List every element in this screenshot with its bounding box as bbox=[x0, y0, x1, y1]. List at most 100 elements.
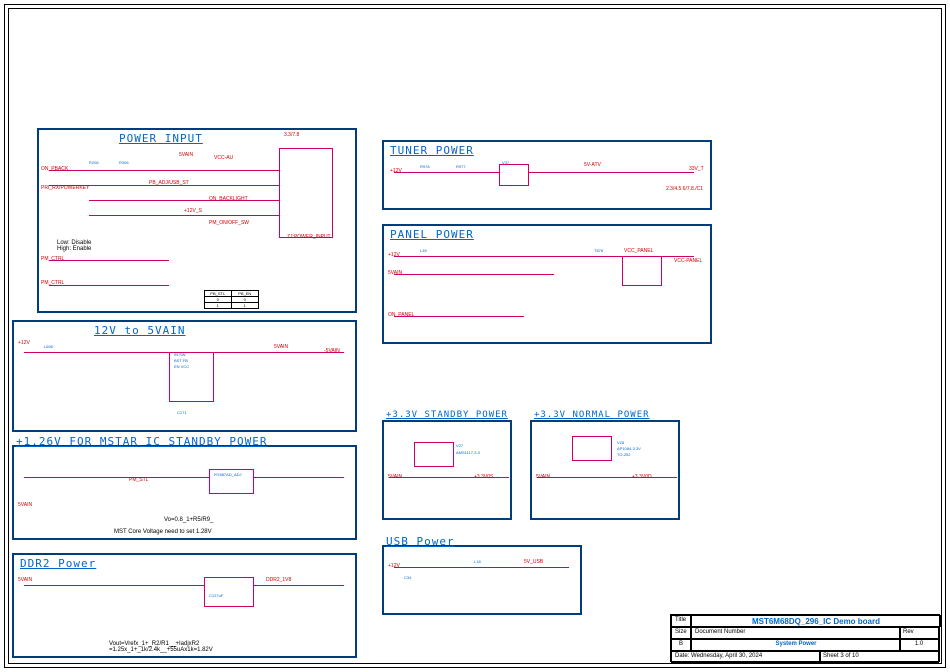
tb-date-val: Wednesday, April 30, 2024 bbox=[691, 653, 762, 659]
tb-title-lbl: Title bbox=[671, 615, 691, 627]
block-3v3-standby: +3.3V STANDBY POWER 5VAIN +3.3V0S AMS111… bbox=[382, 420, 512, 520]
net-5vain-3v3n: 5VAIN bbox=[536, 474, 550, 480]
tbl-r2c2: 1 bbox=[232, 303, 259, 308]
title-block: Title MST6M68DQ_296_IC Demo board Size D… bbox=[670, 614, 940, 662]
tb-size: B bbox=[671, 639, 691, 651]
net-5vain-panel: 5VAIN bbox=[388, 270, 402, 276]
tbl-hdr2: PB_EN bbox=[232, 291, 259, 296]
ref-ams1117: AMS1117-3.3 bbox=[456, 450, 480, 455]
tb-docnum: Document Number bbox=[691, 627, 901, 639]
block-title-ddr2: DDR2 Power bbox=[20, 557, 96, 570]
tb-subtitle: System Power bbox=[691, 639, 901, 651]
net-3v3od: +3.3V0D bbox=[632, 474, 652, 480]
net-5vain-1v26: 5VAIN bbox=[18, 502, 32, 508]
tbl-r1c2: 0 bbox=[232, 297, 259, 302]
net-on-pback: ON_PBACK bbox=[41, 166, 68, 172]
wire bbox=[537, 477, 677, 478]
net-pages: 2.3/4.5.6/7.8./C1 bbox=[666, 186, 703, 192]
net-pm-ctrl-2: PM_CTRL bbox=[41, 280, 64, 286]
ref-r977: R977 bbox=[456, 164, 466, 169]
tbl-r1c1: 0 bbox=[205, 297, 232, 302]
net-5vain: 5VAIN bbox=[179, 152, 193, 158]
tb-size-lbl: Size bbox=[671, 627, 691, 639]
net-vcc-panel-hdr: VCC_PANEL bbox=[624, 248, 653, 254]
net-pb-adj: PB_ADJ/USB_ST bbox=[149, 180, 189, 186]
net-vcc-panel: VCC-PANEL bbox=[674, 258, 702, 264]
note-mst-core: MST Core Voltage need to set 1.28V bbox=[114, 529, 212, 535]
net-5vain-out: 5VAIN bbox=[274, 344, 288, 350]
block-tuner-power: TUNER POWER +12V 5V-ATV 33V_T 2.3/4.5.6/… bbox=[382, 140, 712, 210]
note-vo-calc: Vo=0.8_1+R5/R9_ bbox=[164, 517, 213, 523]
tb-title: MST6M68DQ_296_IC Demo board bbox=[691, 615, 941, 627]
wire bbox=[49, 170, 279, 171]
wire bbox=[24, 585, 344, 586]
wire bbox=[49, 285, 169, 286]
net-33vt: 33V_T bbox=[689, 166, 704, 172]
ic-pins: IN SWBST FBEN VCC bbox=[174, 352, 189, 370]
tbl-hdr1: PB_STL bbox=[205, 291, 232, 296]
wire bbox=[394, 172, 694, 173]
block-3v3-normal: +3.3V NORMAL POWER 5VAIN +3.3V0D V28 AP1… bbox=[530, 420, 680, 520]
ref-r306: R306 bbox=[119, 160, 129, 165]
net-on-backlight: ON_BACKLIGHT bbox=[209, 196, 248, 202]
net-3v3os: +3.3V0S bbox=[474, 474, 493, 480]
block-ddr2-power: DDR2 Power 5VAIN DDR2_1V8 Vout=Vrefx_1+_… bbox=[12, 553, 357, 658]
tb-sheet: Sheet 3 of 10 bbox=[819, 651, 939, 663]
ref-ry887: RY887AD_ADJ bbox=[214, 472, 242, 477]
ic-power-connector bbox=[279, 148, 333, 238]
block-title-3v3n: +3.3V NORMAL POWER bbox=[534, 410, 650, 420]
ref-r978: R978 bbox=[420, 164, 430, 169]
net-pm-stl: PM_STL bbox=[129, 477, 148, 483]
net-ddr2-1v8: DDR2_1V8 bbox=[266, 577, 291, 583]
block-12v-5vain: 12V to 5VAIN +12V 5VAIN -5VAIN C171 L606… bbox=[12, 320, 357, 432]
net-pm-onoff: PM_ON/OFF_SW bbox=[209, 220, 249, 226]
wire bbox=[49, 260, 169, 261]
net-neg5vain: -5VAIN bbox=[324, 348, 340, 354]
tb-rev: 1.0 bbox=[899, 639, 939, 651]
net-pm-ctrl: PM_CTRL bbox=[41, 256, 64, 262]
net-5v-atv: 5V-ATV bbox=[584, 162, 601, 168]
net-zj-power: ZJ:POWER_INPUT bbox=[287, 234, 331, 240]
ref-v28: V28 bbox=[617, 440, 624, 445]
tb-sheet-tot: 10 bbox=[852, 653, 859, 659]
block-usb-power: USB Power +12V 5V_USB C34 L18 bbox=[382, 545, 582, 615]
ref-ap1084: AP1084-3.3V bbox=[617, 446, 641, 451]
ref-l39: L39 bbox=[420, 248, 427, 253]
block-title-usb: USB Power bbox=[386, 535, 455, 548]
ic-panel-switch bbox=[622, 256, 662, 286]
tb-date: Date: Wednesday, April 30, 2024 bbox=[671, 651, 821, 663]
ic-v28 bbox=[572, 436, 612, 461]
net-12v-panel: +12V bbox=[388, 252, 400, 258]
block-title-power-input: POWER INPUT bbox=[119, 132, 203, 145]
block-power-input: POWER INPUT ON_PBACK PRI_RX/POWERKEY PM_… bbox=[37, 128, 357, 313]
net-offpage: 3.3/7.8 bbox=[284, 132, 299, 138]
ref-l18: L18 bbox=[474, 559, 481, 564]
ic-lm1117 bbox=[204, 577, 254, 607]
net-vcc-au: VCC-AU bbox=[214, 155, 233, 161]
ref-v34: V37 bbox=[502, 160, 509, 165]
net-12v-in: +12V bbox=[18, 340, 30, 346]
net-5vain-3v3s: 5VAIN bbox=[388, 474, 402, 480]
ic-v34 bbox=[499, 164, 529, 186]
block-title-3v3sb: +3.3V STANDBY POWER bbox=[386, 410, 508, 420]
net-5v-usb: 5V_USB bbox=[524, 559, 543, 565]
block-title-panel: PANEL POWER bbox=[390, 228, 474, 241]
ref-to252: TO-252 bbox=[617, 452, 631, 457]
wire bbox=[394, 567, 569, 568]
net-12v-s: +12V_S bbox=[184, 208, 202, 214]
block-title-tuner: TUNER POWER bbox=[390, 144, 474, 157]
ref-l606: L606 bbox=[44, 344, 53, 349]
ref-c34: C34 bbox=[404, 575, 411, 580]
note-vout-calc: Vout=Vrefx_1+_R2/R1__+IadjxR2 =1.25x_1+_… bbox=[109, 641, 213, 653]
block-1v26-standby: +1.26V FOR MSTAR IC STANDBY POWER 5VAIN … bbox=[12, 445, 357, 540]
net-5vain-ddr: 5VAIN bbox=[18, 577, 32, 583]
ic-v27 bbox=[414, 442, 454, 467]
wire bbox=[89, 215, 279, 216]
pb-table: PB_STL PB_EN 0 0 1 1 bbox=[204, 290, 259, 309]
net-on-panel: ON_PANEL bbox=[388, 312, 414, 318]
note-low-high: Low: Disable High: Enable bbox=[57, 240, 91, 252]
net-12v-usb: +12V bbox=[388, 563, 400, 569]
ref-r6: T878 bbox=[594, 248, 603, 253]
net-12v-tuner: +12V bbox=[390, 168, 402, 174]
tb-sheet-num: 3 bbox=[840, 653, 843, 659]
